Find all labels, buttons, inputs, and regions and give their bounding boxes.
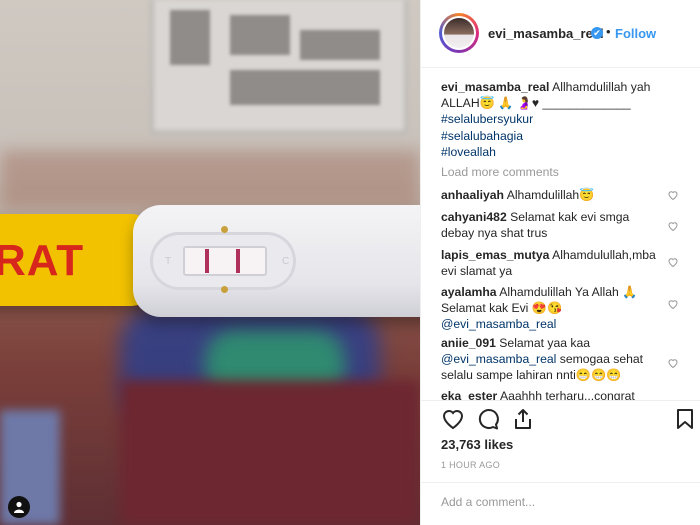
avatar[interactable] (442, 16, 476, 50)
action-bar (421, 405, 700, 435)
caption-text-1: Allhamdulillah yah (552, 80, 651, 94)
comment-icon[interactable] (476, 407, 500, 431)
comment-text: Alhamdulillah Ya Allah 🙏 (499, 285, 638, 299)
header-separator: • (606, 24, 611, 39)
mention-link[interactable]: @evi_masamba_real (441, 352, 556, 366)
comment-username[interactable]: cahyani482 (441, 210, 507, 224)
ac-vent (230, 15, 290, 55)
post-photo[interactable]: RAT T C (0, 0, 420, 525)
like-comment-heart-icon[interactable] (667, 189, 679, 201)
comment-text: Selamat yaa kaa (499, 336, 591, 350)
heart-icon[interactable] (441, 407, 465, 431)
header-username[interactable]: evi_masamba_real (488, 26, 604, 41)
caption-username[interactable]: evi_masamba_real (441, 80, 549, 94)
comment-username[interactable]: lapis_emas_mutya (441, 248, 549, 262)
comment-text: semogaa sehat (556, 352, 644, 367)
ac-vent (170, 10, 210, 65)
comment-text: selalu sampe lahiran nnti😁😁😁 (441, 368, 622, 383)
ac-vent (300, 30, 380, 60)
hashtag-link[interactable]: #selalubahagia (441, 129, 523, 143)
post-header: evi_masamba_real ✔ • Follow (421, 0, 700, 68)
comment-username[interactable]: aniie_091 (441, 336, 496, 350)
comment-username[interactable]: eka_ester (441, 389, 497, 400)
marker-dot (221, 226, 228, 233)
comment-item: eka_ester Aaahhh terharu...congrat (441, 388, 666, 400)
ac-vent (230, 70, 380, 105)
caption: evi_masamba_real Allhamdulillah yah ALLA… (441, 79, 666, 160)
load-more-comments[interactable]: Load more comments (441, 164, 666, 180)
wall-shadow (0, 150, 420, 210)
follow-button[interactable]: Follow (615, 26, 656, 41)
person-icon (14, 501, 24, 513)
verified-icon: ✔ (591, 27, 603, 39)
bookmark-icon[interactable] (673, 407, 697, 431)
likes-count[interactable]: 23,763 likes (441, 437, 513, 452)
hashtag-link[interactable]: #loveallah (441, 145, 496, 159)
comment-item: aniie_091 Selamat yaa kaa @evi_masamba_r… (441, 335, 666, 384)
red-sofa (120, 380, 420, 525)
post-timestamp[interactable]: 1 HOUR AGO (441, 460, 500, 470)
share-icon[interactable] (511, 407, 535, 431)
comment-item: ayalamha Alhamdulillah Ya Allah 🙏 Selama… (441, 284, 666, 333)
like-comment-heart-icon[interactable] (667, 357, 679, 369)
add-comment-input[interactable]: Add a comment... (441, 495, 535, 509)
comment-username[interactable]: anhaaliyah (441, 188, 504, 202)
test-stick-brand: RAT (0, 236, 85, 285)
comment-text: Selamat kak Evi 😍😘 (441, 301, 563, 316)
mention-link[interactable]: @evi_masamba_real (441, 317, 556, 331)
comment-text: evi slamat ya (441, 264, 513, 279)
post-sidebar: evi_masamba_real ✔ • Follow evi_masamba_… (420, 0, 700, 525)
window-letter-c: C (282, 256, 290, 267)
comment-text: Selamat kak evi smga (510, 210, 630, 224)
like-comment-heart-icon[interactable] (667, 256, 679, 268)
like-comment-heart-icon[interactable] (667, 298, 679, 310)
caption-text-2: ALLAH😇 🙏 🤰♥ _____________ (441, 96, 631, 111)
comments-list[interactable]: evi_masamba_real Allhamdulillah yah ALLA… (421, 68, 700, 400)
comment-item: cahyani482 Selamat kak evi smga debay ny… (441, 209, 666, 241)
divider (421, 400, 700, 401)
comment-text: Aaahhh terharu...congrat (499, 389, 635, 400)
comment-item: lapis_emas_mutya Alhamdulullah,mba evi s… (441, 247, 666, 279)
window-letter-t: T (165, 256, 172, 267)
divider (421, 482, 700, 483)
test-line-t (205, 249, 209, 273)
test-line-c (236, 249, 240, 273)
like-comment-heart-icon[interactable] (667, 220, 679, 232)
comment-username[interactable]: ayalamha (441, 285, 497, 299)
tagged-people-button[interactable] (8, 496, 30, 518)
result-strip (183, 246, 267, 276)
comment-text: Alhamdulullah,mba (552, 248, 656, 262)
hashtag-link[interactable]: #selalubersyukur (441, 112, 533, 126)
comment-text: debay nya shat trus (441, 226, 548, 241)
marker-dot (221, 286, 228, 293)
comment-item: anhaaliyah Alhamdulillah😇 (441, 187, 666, 203)
comment-text: Alhamdulillah😇 (506, 188, 595, 202)
